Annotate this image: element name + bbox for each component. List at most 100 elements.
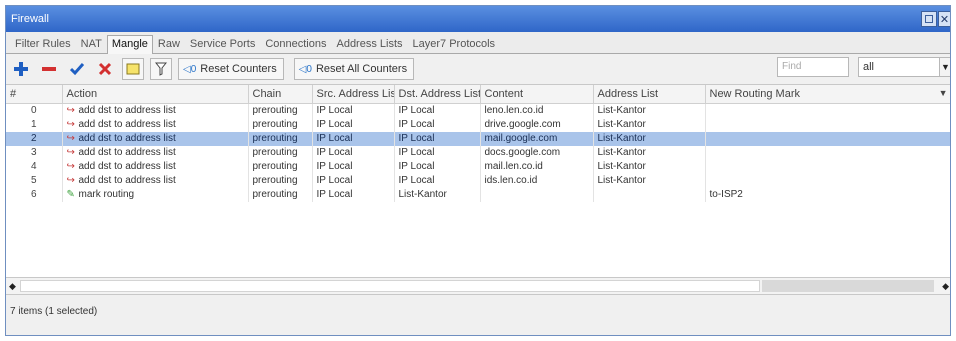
close-icon: ✕ xyxy=(939,13,950,26)
cell-chain: prerouting xyxy=(248,187,313,202)
cell-action: ↪ add dst to address list xyxy=(62,131,249,146)
tab-bar: Filter Rules NAT Mangle Raw Service Port… xyxy=(6,32,950,54)
cell-number: 5 xyxy=(6,173,63,188)
cell-src: IP Local xyxy=(312,173,395,188)
cell-src: IP Local xyxy=(312,103,395,118)
cell-content xyxy=(480,187,594,202)
comment-button[interactable] xyxy=(122,58,144,80)
reset-counters-label: Reset Counters xyxy=(200,63,277,75)
tab-layer7-protocols[interactable]: Layer7 Protocols xyxy=(408,35,501,53)
cell-action: ↪ add dst to address list xyxy=(62,103,249,118)
tab-mangle[interactable]: Mangle xyxy=(106,35,153,54)
plus-icon xyxy=(14,62,28,76)
add-to-list-icon: ↪ xyxy=(66,174,75,186)
firewall-window: Firewall ✕ Filter Rules NAT Mangle Raw S… xyxy=(5,5,951,336)
cell-content: mail.len.co.id xyxy=(480,159,594,174)
cell-number: 6 xyxy=(6,187,63,202)
cell-address-list: List-Kantor xyxy=(593,145,706,160)
add-to-list-icon: ↪ xyxy=(66,118,75,130)
cell-address-list: List-Kantor xyxy=(593,159,706,174)
mangle-table: # Action Chain Src. Address List Dst. Ad… xyxy=(6,84,950,278)
cell-src: IP Local xyxy=(312,131,395,146)
window-title: Firewall xyxy=(11,13,49,25)
cell-dst: IP Local xyxy=(394,103,481,118)
note-icon xyxy=(126,63,140,75)
add-button[interactable] xyxy=(10,58,32,80)
filter-dropdown-button[interactable]: ▼ xyxy=(940,57,950,77)
cell-chain: prerouting xyxy=(248,159,313,174)
cell-chain: prerouting xyxy=(248,131,313,146)
cell-routing-mark xyxy=(705,145,950,160)
action-label: add dst to address list xyxy=(78,132,176,144)
action-label: mark routing xyxy=(78,188,135,200)
cell-src: IP Local xyxy=(312,145,395,160)
enable-button[interactable] xyxy=(66,58,88,80)
filter-select[interactable]: all xyxy=(858,57,940,77)
table-row[interactable]: 0 ↪ add dst to address list prerouting IP… xyxy=(6,103,950,118)
tab-filter-rules[interactable]: Filter Rules xyxy=(10,35,76,53)
col-number[interactable]: # xyxy=(6,85,63,104)
cell-content: docs.google.com xyxy=(480,145,594,160)
maximize-button[interactable] xyxy=(921,11,937,27)
cell-routing-mark xyxy=(705,117,950,132)
cell-content: mail.google.com xyxy=(480,131,594,146)
tab-raw[interactable]: Raw xyxy=(153,35,185,53)
add-to-list-icon: ↪ xyxy=(66,160,75,172)
filter-button[interactable] xyxy=(150,58,172,80)
close-button[interactable]: ✕ xyxy=(938,11,950,27)
chevron-down-icon: ▼ xyxy=(941,62,950,72)
cell-number: 1 xyxy=(6,117,63,132)
action-label: add dst to address list xyxy=(78,118,176,130)
disable-button[interactable] xyxy=(94,58,116,80)
find-input[interactable]: Find xyxy=(777,57,849,77)
cell-action: ↪ add dst to address list xyxy=(62,173,249,188)
table-row[interactable]: 6 ✎ mark routing prerouting IP Local List… xyxy=(6,187,950,202)
col-content[interactable]: Content xyxy=(480,85,594,104)
col-chain[interactable]: Chain xyxy=(248,85,313,104)
col-src-address-list[interactable]: Src. Address List xyxy=(312,85,395,104)
col-dst-address-list[interactable]: Dst. Address List xyxy=(394,85,481,104)
col-action[interactable]: Action xyxy=(62,85,249,104)
cell-dst: IP Local xyxy=(394,173,481,188)
cell-routing-mark xyxy=(705,159,950,174)
cell-chain: prerouting xyxy=(248,145,313,160)
reset-all-icon: ◁0 xyxy=(298,63,312,75)
add-to-list-icon: ↪ xyxy=(66,104,75,116)
cell-chain: prerouting xyxy=(248,173,313,188)
cell-chain: prerouting xyxy=(248,103,313,118)
col-new-routing-mark-label: New Routing Mark xyxy=(709,87,800,100)
reset-all-counters-label: Reset All Counters xyxy=(315,63,408,75)
remove-button[interactable] xyxy=(38,58,60,80)
cell-number: 0 xyxy=(6,103,63,118)
reset-counters-button[interactable]: ◁0 Reset Counters xyxy=(178,58,284,80)
cell-content: drive.google.com xyxy=(480,117,594,132)
cell-number: 3 xyxy=(6,145,63,160)
col-new-routing-mark[interactable]: New Routing Mark ▼ xyxy=(705,85,950,104)
tab-connections[interactable]: Connections xyxy=(260,35,331,53)
table-row[interactable]: 5 ↪ add dst to address list prerouting IP… xyxy=(6,173,950,188)
scroll-left-icon[interactable]: ◆ xyxy=(9,281,16,292)
table-row[interactable]: 1 ↪ add dst to address list prerouting IP… xyxy=(6,117,950,132)
tab-nat[interactable]: NAT xyxy=(76,35,107,53)
cell-routing-mark xyxy=(705,131,950,146)
column-menu-icon[interactable]: ▼ xyxy=(939,88,948,98)
scroll-track[interactable] xyxy=(762,280,934,292)
status-bar: 7 items (1 selected) xyxy=(10,305,98,317)
table-row[interactable]: 3 ↪ add dst to address list prerouting IP… xyxy=(6,145,950,160)
tab-service-ports[interactable]: Service Ports xyxy=(185,35,260,53)
cell-routing-mark xyxy=(705,173,950,188)
scroll-thumb[interactable] xyxy=(20,280,760,292)
cell-dst: IP Local xyxy=(394,131,481,146)
tab-address-lists[interactable]: Address Lists xyxy=(331,35,407,53)
reset-all-counters-button[interactable]: ◁0 Reset All Counters xyxy=(293,58,415,80)
title-bar[interactable]: Firewall ✕ xyxy=(6,6,950,32)
horizontal-scrollbar[interactable]: ◆ ◆ xyxy=(6,278,950,295)
table-row[interactable]: 4 ↪ add dst to address list prerouting IP… xyxy=(6,159,950,174)
scroll-right-icon[interactable]: ◆ xyxy=(942,281,949,292)
col-address-list[interactable]: Address List xyxy=(593,85,706,104)
cell-action: ↪ add dst to address list xyxy=(62,159,249,174)
cell-number: 2 xyxy=(6,131,63,146)
cell-content: leno.len.co.id xyxy=(480,103,594,118)
table-row-selected[interactable]: 2 ↪ add dst to address list prerouting IP… xyxy=(6,131,950,146)
table-header: # Action Chain Src. Address List Dst. Ad… xyxy=(6,85,950,104)
